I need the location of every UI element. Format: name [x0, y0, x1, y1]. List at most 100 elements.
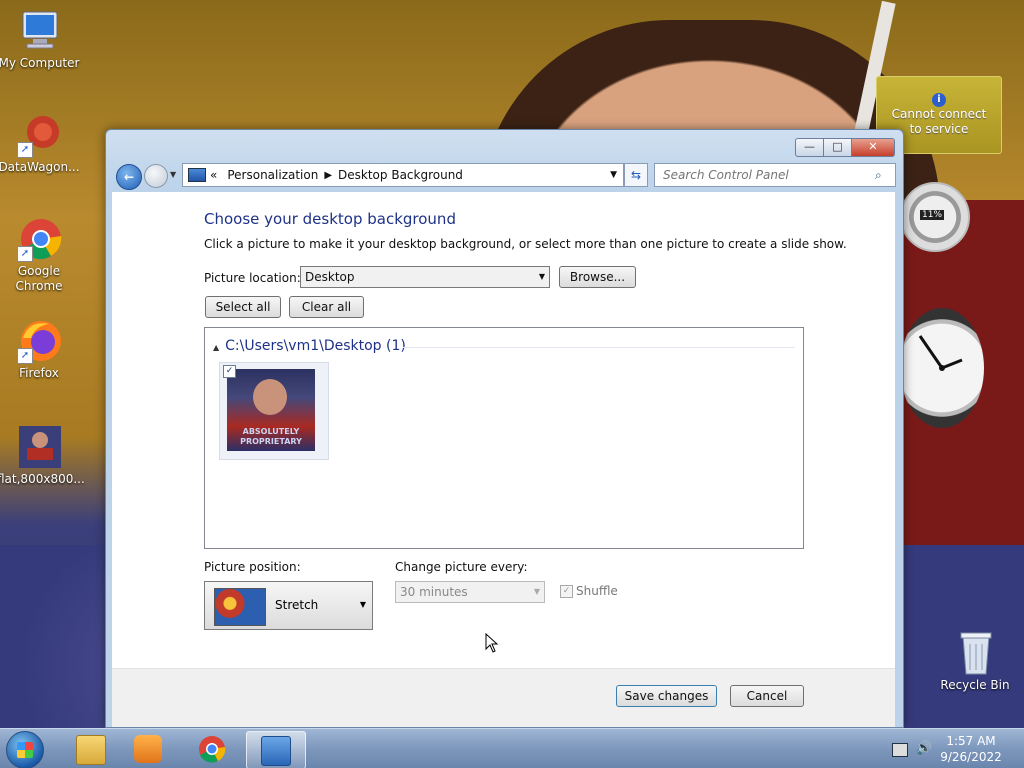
chevron-down-icon: ▼ [533, 587, 540, 596]
mouse-cursor-icon [485, 633, 499, 653]
shortcut-arrow-icon: ➚ [17, 348, 33, 364]
shortcut-arrow-icon: ➚ [17, 246, 33, 262]
desktop-icon-label: Recycle Bin [940, 678, 1010, 692]
shuffle-label: Shuffle [576, 584, 618, 598]
close-button[interactable]: ✕ [851, 138, 895, 157]
breadcrumb-personalization[interactable]: Personalization [227, 168, 318, 182]
chevron-down-icon: ▼ [359, 600, 366, 609]
browse-button[interactable]: Browse... [559, 266, 636, 288]
clock-date: 9/26/2022 [940, 750, 1002, 764]
info-icon: i [932, 93, 946, 107]
arrow-left-icon: ← [123, 170, 135, 184]
desktop-icon-label: Firefox [19, 366, 59, 380]
forward-button[interactable] [144, 164, 168, 188]
page-title: Choose your desktop background [204, 210, 456, 228]
taskbar: 🔊 1:57 AM 9/26/2022 [0, 728, 1024, 768]
computer-icon [15, 8, 63, 54]
control-panel-icon [188, 168, 206, 182]
datawagon-icon: ➚ [15, 112, 63, 158]
chrome-icon [199, 736, 226, 763]
content-pane: Choose your desktop background Click a p… [112, 192, 895, 727]
cpu-meter-value: 11% [920, 210, 945, 220]
shortcut-arrow-icon: ➚ [17, 142, 33, 158]
clock-gadget[interactable] [900, 308, 984, 428]
desktop-icon-label: flat,800x800... [0, 472, 85, 486]
taskbar-explorer[interactable] [62, 731, 116, 767]
address-dropdown-icon[interactable]: ▼ [610, 170, 617, 180]
taskbar-chrome[interactable] [184, 731, 238, 767]
search-box[interactable]: ⌕ [654, 163, 896, 187]
media-player-icon [134, 735, 162, 763]
folder-icon [76, 735, 106, 765]
navigation-bar: ← ▼ « Personalization ▶ Desktop Backgrou… [114, 162, 896, 190]
address-bar[interactable]: « Personalization ▶ Desktop Background ▼ [182, 163, 624, 187]
thumbnail-checkbox[interactable]: ✓ [223, 365, 236, 378]
recycle-bin-icon [951, 630, 999, 676]
picture-location-value: Desktop [305, 270, 355, 284]
collapse-triangle-icon[interactable]: ▲ [213, 343, 219, 352]
maximize-button[interactable]: □ [823, 138, 851, 157]
clock-face-icon [918, 335, 963, 371]
start-button[interactable] [6, 731, 44, 768]
shuffle-checkbox: ✓ [560, 585, 573, 598]
dialog-footer: Save changes Cancel [112, 669, 895, 727]
change-picture-interval-value: 30 minutes [400, 585, 468, 599]
thumbnail-caption: ABSOLUTELY PROPRIETARY [240, 427, 302, 446]
desktop-icon-label: DataWagon... [0, 160, 80, 174]
minimize-button[interactable]: — [795, 138, 823, 157]
chevron-down-icon: ▼ [538, 272, 545, 281]
thumbnail-image: ABSOLUTELY PROPRIETARY [227, 369, 315, 451]
cpu-meter-gadget[interactable]: 11% [900, 182, 970, 252]
windows-logo-icon [17, 742, 33, 758]
breadcrumb-overflow[interactable]: « [210, 168, 217, 182]
system-tray: 🔊 1:57 AM 9/26/2022 [886, 729, 1024, 768]
volume-icon[interactable]: 🔊 [916, 741, 932, 756]
picture-position-value: Stretch [275, 598, 319, 612]
change-picture-interval-dropdown: 30 minutes ▼ [395, 581, 545, 603]
breadcrumb-separator-icon[interactable]: ▶ [324, 170, 332, 181]
page-description: Click a picture to make it your desktop … [204, 237, 847, 251]
desktop-icon-my-computer[interactable]: My Computer [0, 8, 81, 71]
group-divider [403, 347, 795, 348]
desktop-icon-google-chrome[interactable]: ➚ Google Chrome [0, 216, 81, 294]
save-changes-button[interactable]: Save changes [616, 685, 717, 707]
control-panel-icon [261, 736, 291, 766]
picture-position-dropdown[interactable]: Stretch ▼ [204, 581, 373, 630]
clock-time: 1:57 AM [946, 734, 996, 748]
picture-gallery: ▲ C:\Users\vm1\Desktop (1) ABSOLUTELY PRO… [204, 327, 804, 549]
taskbar-media-player[interactable] [120, 731, 174, 767]
desktop-icon-label: My Computer [0, 56, 80, 70]
window-controls: — □ ✕ [795, 138, 895, 157]
desktop-icon-recycle-bin[interactable]: Recycle Bin [933, 630, 1017, 693]
desktop-icon-firefox[interactable]: ➚ Firefox [0, 318, 81, 381]
back-button[interactable]: ← [116, 164, 142, 190]
thumbnail-portrait [253, 379, 287, 415]
network-icon[interactable] [892, 743, 908, 757]
desktop-icon-label: Google Chrome [15, 264, 63, 293]
breadcrumb-desktop-background[interactable]: Desktop Background [338, 168, 463, 182]
picture-thumbnail[interactable]: ABSOLUTELY PROPRIETARY ✓ [219, 362, 329, 460]
gallery-group-header[interactable]: ▲ C:\Users\vm1\Desktop (1) [213, 338, 406, 354]
picture-location-dropdown[interactable]: Desktop ▼ [300, 266, 550, 288]
position-preview-image [214, 588, 266, 626]
change-picture-label: Change picture every: [395, 560, 528, 574]
refresh-button[interactable]: ⇆ [624, 163, 648, 187]
search-icon[interactable]: ⌕ [875, 168, 891, 183]
picture-position-label: Picture position: [204, 560, 301, 574]
chrome-icon: ➚ [15, 216, 63, 262]
clear-all-button[interactable]: Clear all [289, 296, 364, 318]
select-all-button[interactable]: Select all [205, 296, 281, 318]
taskbar-clock[interactable]: 1:57 AM 9/26/2022 [936, 733, 1006, 765]
firefox-icon: ➚ [15, 318, 63, 364]
image-file-icon [15, 424, 63, 470]
gallery-group-title: C:\Users\vm1\Desktop (1) [225, 338, 406, 354]
picture-location-label: Picture location: [204, 271, 301, 285]
recent-pages-dropdown[interactable]: ▼ [170, 170, 176, 179]
search-input[interactable] [661, 167, 875, 183]
cancel-button[interactable]: Cancel [730, 685, 804, 707]
desktop-icon-datawagon[interactable]: ➚ DataWagon... [0, 112, 81, 175]
refresh-icon: ⇆ [630, 168, 642, 182]
taskbar-control-panel[interactable] [246, 731, 306, 768]
desktop-icon-image-file[interactable]: flat,800x800... [0, 424, 85, 487]
desktop-background-window: — □ ✕ ← ▼ « Personalization ▶ Desktop Ba… [105, 129, 904, 728]
